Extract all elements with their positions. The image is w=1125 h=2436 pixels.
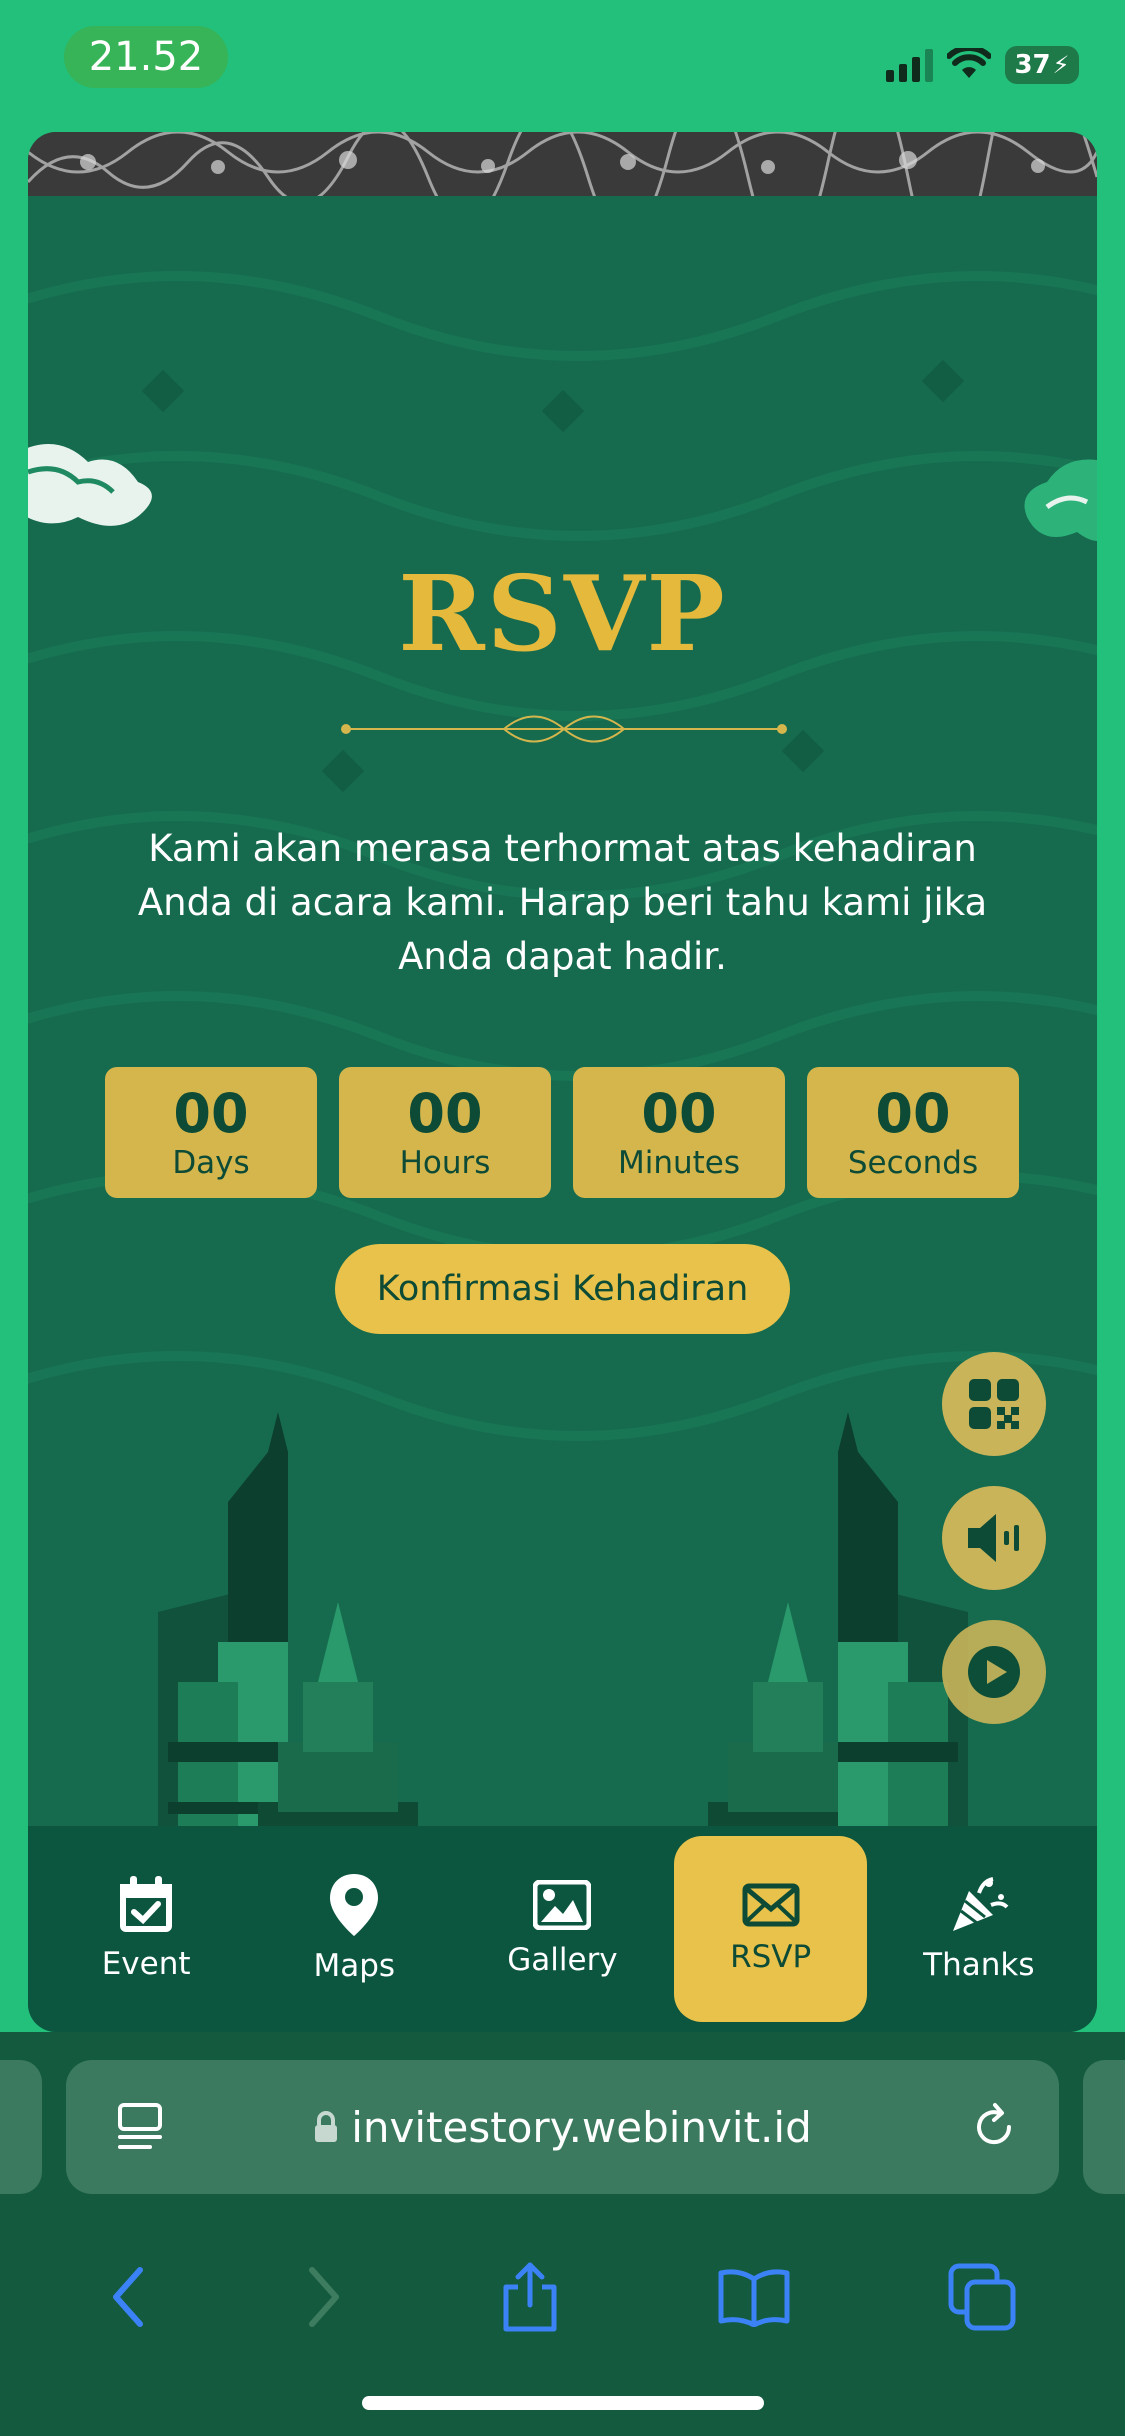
- nav-item-maps[interactable]: Maps: [258, 1836, 451, 2022]
- address-bar[interactable]: invitestory.webinvit.id: [66, 2060, 1059, 2194]
- countdown-minutes: 00 Minutes: [573, 1067, 785, 1198]
- nav-item-rsvp[interactable]: RSVP: [674, 1836, 868, 2022]
- ornament-divider: [341, 715, 787, 743]
- calendar-check-icon: [120, 1876, 173, 1932]
- nav-label: Gallery: [507, 1942, 618, 1978]
- cellular-signal-icon: [886, 48, 933, 82]
- previous-tab-peek[interactable]: [0, 2060, 42, 2194]
- confirm-attendance-button[interactable]: Konfirmasi Kehadiran: [335, 1244, 790, 1334]
- map-pin-icon: [330, 1874, 379, 1936]
- reload-icon[interactable]: [969, 2102, 1019, 2152]
- party-popper-icon: [952, 1877, 1009, 1931]
- tabs-icon[interactable]: [947, 2262, 1017, 2332]
- countdown-days: 00 Days: [105, 1067, 317, 1198]
- nav-item-thanks[interactable]: Thanks: [882, 1836, 1075, 2022]
- countdown-seconds: 00 Seconds: [807, 1067, 1019, 1198]
- rsvp-title: RSVP: [398, 552, 727, 675]
- battery-indicator: 37 ⚡: [1005, 46, 1079, 84]
- nav-label: RSVP: [730, 1939, 812, 1975]
- countdown-hours: 00 Hours: [339, 1067, 551, 1198]
- lock-icon: [315, 2111, 338, 2142]
- nav-label: Maps: [313, 1948, 396, 1984]
- countdown-label: Days: [172, 1144, 250, 1181]
- battery-level: 37: [1014, 50, 1051, 80]
- status-time: 21.52: [64, 26, 228, 88]
- envelope-icon: [742, 1883, 800, 1927]
- countdown-value: 00: [407, 1081, 483, 1145]
- back-icon[interactable]: [108, 2266, 148, 2328]
- batik-top-border: [28, 132, 1097, 196]
- rsvp-description: Kami akan merasa terhormat atas kehadira…: [137, 827, 988, 978]
- wifi-icon: [947, 48, 991, 78]
- nav-label: Event: [101, 1946, 191, 1982]
- nav-item-event[interactable]: Event: [50, 1836, 243, 2022]
- countdown: 00 Days 00 Hours 00 Minutes 00 Seconds: [105, 1067, 1019, 1198]
- speaker-icon: [968, 1514, 1019, 1562]
- cloud-ornament-right: [1024, 459, 1097, 541]
- browser-chrome: invitestory.webinvit.id: [0, 2032, 1125, 2436]
- audio-toggle-button[interactable]: [942, 1486, 1046, 1590]
- share-icon[interactable]: [500, 2261, 560, 2333]
- play-icon: [968, 1646, 1020, 1698]
- url-text: invitestory.webinvit.id: [351, 2102, 812, 2152]
- bookmarks-icon[interactable]: [717, 2267, 791, 2327]
- browser-toolbar: [0, 2232, 1125, 2362]
- countdown-value: 00: [641, 1081, 717, 1145]
- countdown-value: 00: [875, 1081, 951, 1145]
- countdown-label: Seconds: [847, 1144, 979, 1181]
- image-icon: [533, 1880, 592, 1930]
- charging-bolt-icon: ⚡: [1052, 51, 1070, 79]
- home-indicator: [362, 2396, 764, 2410]
- rsvp-card: RSVP Kami akan merasa terhormat atas keh…: [28, 132, 1097, 2032]
- autoplay-button[interactable]: [942, 1620, 1046, 1724]
- cloud-ornament-left: [28, 444, 152, 526]
- next-tab-peek[interactable]: [1083, 2060, 1125, 2194]
- url-display: invitestory.webinvit.id: [66, 2103, 1059, 2152]
- qr-code-button[interactable]: [942, 1352, 1046, 1456]
- countdown-label: Minutes: [617, 1144, 741, 1181]
- forward-icon[interactable]: [304, 2266, 344, 2328]
- bottom-navigation: Event Maps Gallery RSVP Thanks: [28, 1826, 1097, 2032]
- nav-label: Thanks: [923, 1947, 1035, 1983]
- countdown-label: Hours: [399, 1144, 491, 1181]
- qr-code-icon: [969, 1379, 1019, 1429]
- nav-item-gallery[interactable]: Gallery: [466, 1836, 659, 2022]
- status-icons: 37 ⚡: [886, 46, 1079, 84]
- countdown-value: 00: [173, 1081, 249, 1145]
